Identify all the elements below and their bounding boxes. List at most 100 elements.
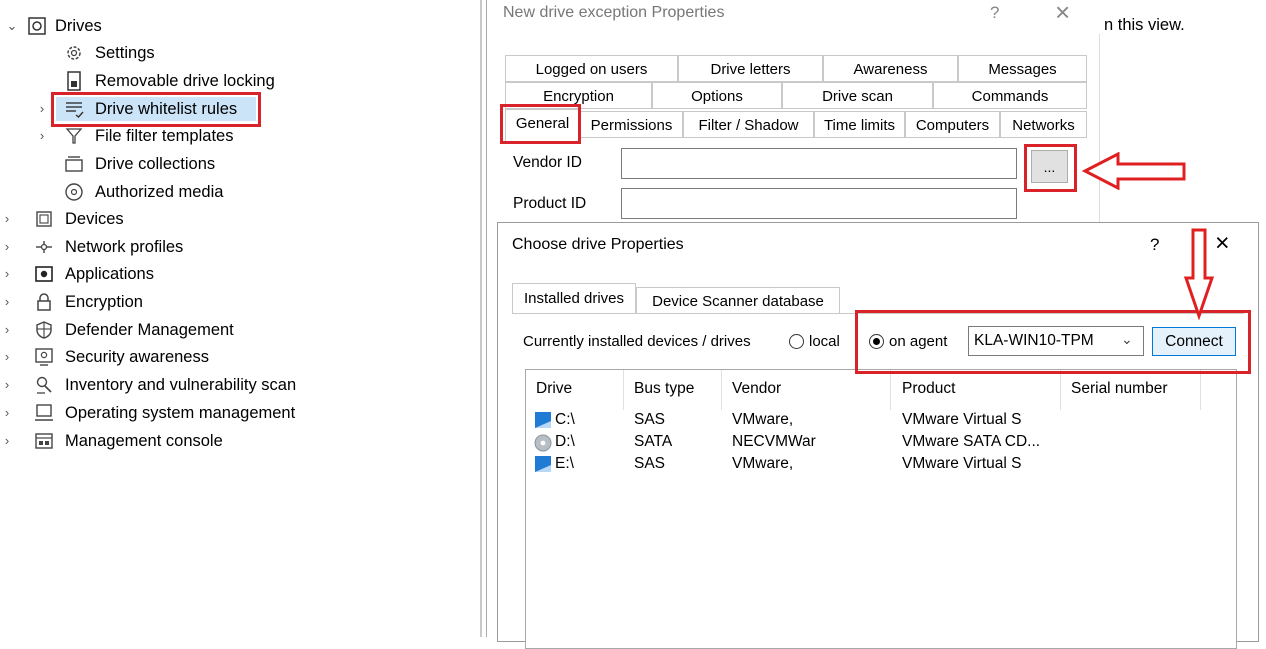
drive-icon [28,17,46,35]
tab-time-limits[interactable]: Time limits [814,111,905,138]
radio-local[interactable] [789,334,804,349]
tab-drive-scan[interactable]: Drive scan [782,82,933,109]
tree-item-label: Authorized media [95,183,224,201]
cell-vendor: VMware, [732,455,794,472]
computer-icon [35,404,53,421]
gear-icon [67,46,81,60]
applications-icon [35,266,53,282]
table-row[interactable]: D:\ SATA NECVMWar VMware SATA CD... [526,432,1236,454]
chevron-right-icon[interactable]: › [0,234,14,260]
authorized-media-icon [65,183,83,201]
dialog-title: Choose drive Properties [512,236,684,253]
tab-device-scanner-database[interactable]: Device Scanner database [636,287,840,314]
drives-list[interactable]: Drive Bus type Vendor Product Serial num… [525,369,1237,649]
chevron-right-icon[interactable]: › [35,123,49,149]
devices-icon [36,211,52,227]
chevron-right-icon[interactable]: › [0,206,14,232]
column-header-vendor[interactable]: Vendor [732,380,781,398]
tree-item-defender-management[interactable]: › Defender Management [0,317,300,343]
cell-drive: C:\ [555,411,575,428]
tree-item-drive-collections[interactable]: Drive collections [0,151,300,177]
column-separator [890,370,891,410]
tree-item-label: Removable drive locking [95,72,275,90]
chevron-down-icon[interactable]: ⌄ [5,13,19,39]
tree-item-authorized-media[interactable]: Authorized media [0,179,300,205]
tree-item-devices[interactable]: › Devices [0,206,300,232]
tab-options[interactable]: Options [652,82,782,109]
tab-logged-on-users[interactable]: Logged on users [505,55,678,82]
tab-filter-shadow[interactable]: Filter / Shadow [683,111,814,138]
tree-item-label: Network profiles [65,238,184,256]
tree-item-management-console[interactable]: › Management console [0,428,300,454]
chevron-right-icon[interactable]: › [0,261,14,287]
chevron-right-icon[interactable]: › [0,400,14,426]
chevron-right-icon[interactable]: › [0,372,14,398]
tab-awareness[interactable]: Awareness [823,55,958,82]
shield-icon [36,321,52,339]
cell-product: VMware Virtual S [902,411,1022,428]
filter-icon [65,128,83,144]
chevron-right-icon[interactable]: › [0,428,14,454]
cell-drive: E:\ [555,455,574,472]
tree-item-settings[interactable]: Settings [0,40,300,66]
column-separator [721,370,722,410]
tree-item-inventory-scan[interactable]: › Inventory and vulnerability scan [0,372,330,398]
table-row[interactable]: E:\ SAS VMware, VMware Virtual S [526,454,1236,476]
tree-item-label: Defender Management [65,321,234,339]
radio-local-label: local [809,333,840,350]
highlight-box-whitelist [51,92,261,127]
chevron-right-icon[interactable]: › [35,96,49,122]
close-button[interactable]: × [1055,0,1070,28]
chevron-right-icon[interactable]: › [0,289,14,315]
tab-permissions[interactable]: Permissions [580,111,683,138]
table-row[interactable]: C:\ SAS VMware, VMware Virtual S [526,410,1236,432]
help-button[interactable]: ? [1150,235,1159,255]
tab-commands[interactable]: Commands [933,82,1087,109]
tab-computers[interactable]: Computers [905,111,1000,138]
highlight-box-browse [1024,144,1077,192]
tree-item-label: Applications [65,265,154,283]
column-header-drive[interactable]: Drive [536,380,572,398]
cell-vendor: NECVMWar [732,433,816,450]
tree-item-label: Security awareness [65,348,209,366]
dialog-edge-right [1099,34,1100,224]
network-icon [36,241,52,253]
product-id-input[interactable] [621,188,1017,219]
background-hint-text: n this view. [1104,16,1185,34]
installed-devices-label: Currently installed devices / drives [523,333,751,350]
awareness-icon [35,348,53,366]
choose-drive-dialog: Choose drive Properties ? × Installed dr… [497,222,1259,649]
tree-item-label: Settings [95,44,155,62]
tree-item-security-awareness[interactable]: › Security awareness [0,344,300,370]
close-button[interactable]: × [1215,229,1230,258]
tree-item-file-filter-templates[interactable]: › File filter templates [0,123,300,149]
column-header-bus-type[interactable]: Bus type [634,380,694,398]
vendor-id-label: Vendor ID [513,154,582,171]
help-button[interactable]: ? [990,3,999,23]
column-header-product[interactable]: Product [902,380,955,398]
cell-drive: D:\ [555,433,575,450]
tab-messages[interactable]: Messages [958,55,1087,82]
tree-item-label: Operating system management [65,404,296,422]
padlock-icon [37,293,51,311]
column-separator [1060,370,1061,410]
tree-item-removable-drive-locking[interactable]: Removable drive locking [0,68,320,94]
chevron-right-icon[interactable]: › [0,317,14,343]
tab-drive-letters[interactable]: Drive letters [678,55,823,82]
tree-item-drives[interactable]: ⌄ Drives [0,13,300,39]
column-separator [1200,370,1201,410]
tree-item-applications[interactable]: › Applications [0,261,300,287]
tab-networks[interactable]: Networks [1000,111,1087,138]
left-arrow-annotation [1082,152,1186,190]
dialog-title: New drive exception Properties [503,4,725,21]
highlight-box-general [500,104,581,144]
column-header-serial-number[interactable]: Serial number [1071,380,1168,398]
tree-item-os-management[interactable]: › Operating system management [0,400,330,426]
chevron-right-icon[interactable]: › [0,344,14,370]
tree-item-label: Encryption [65,293,143,311]
tree-item-encryption[interactable]: › Encryption [0,289,300,315]
inventory-icon [36,376,52,394]
vendor-id-input[interactable] [621,148,1017,179]
tree-item-network-profiles[interactable]: › Network profiles [0,234,300,260]
tab-installed-drives[interactable]: Installed drives [512,283,636,314]
